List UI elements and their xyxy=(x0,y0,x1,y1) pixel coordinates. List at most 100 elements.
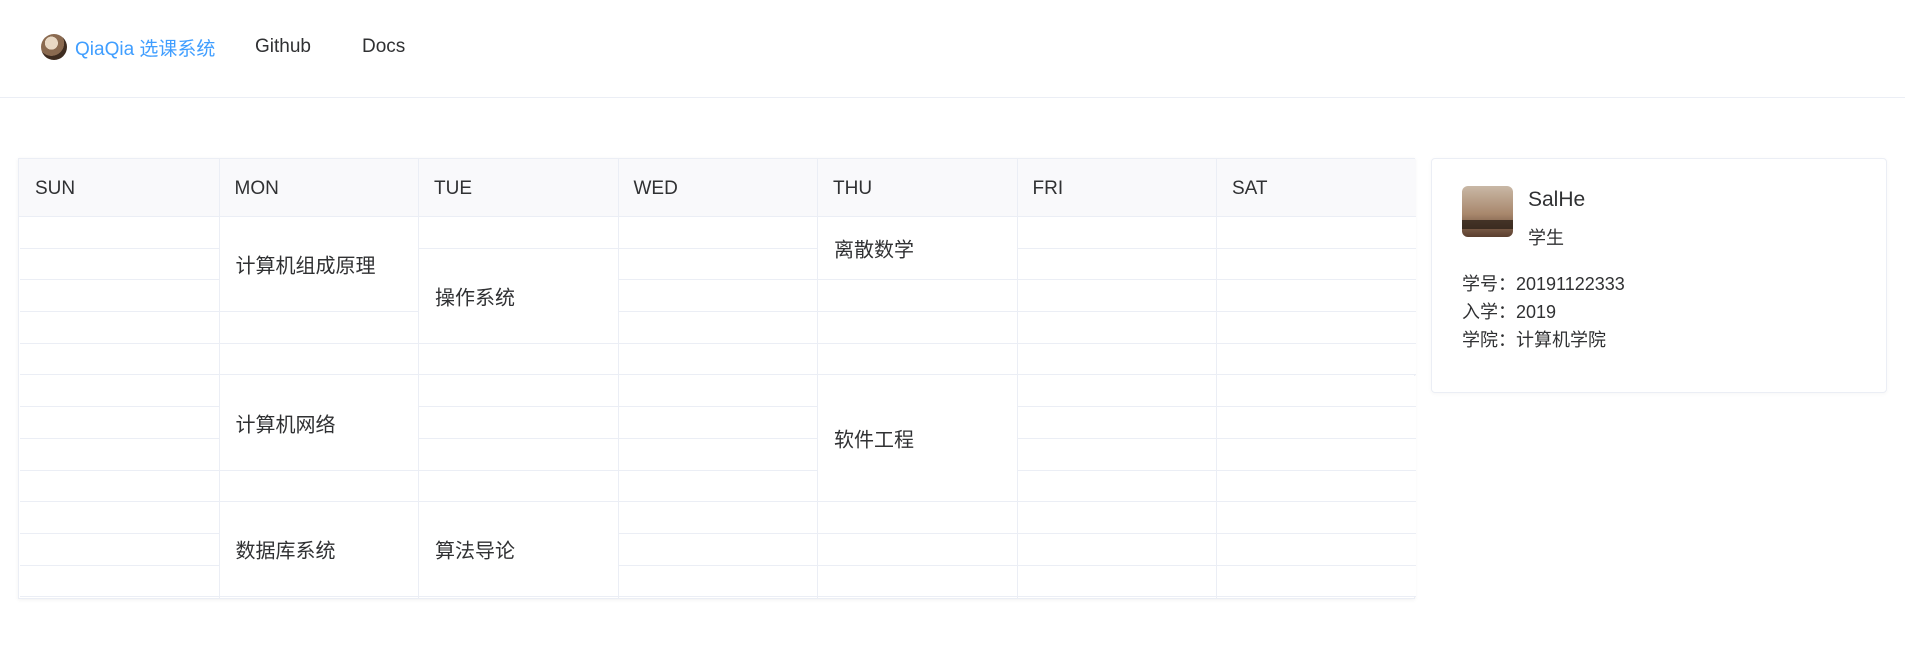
github-link[interactable]: Github xyxy=(255,32,311,62)
column-divider xyxy=(817,159,818,598)
course-block[interactable]: 软件工程 xyxy=(818,375,1017,503)
empty-slot xyxy=(1017,534,1216,566)
user-profile-card: SalHe 学生 学号：20191122333 入学：2019 学院：计算机学院 xyxy=(1431,158,1887,393)
course-name: 计算机网络 xyxy=(235,414,336,437)
empty-slot xyxy=(618,470,817,503)
user-name: SalHe xyxy=(1528,188,1586,211)
column-divider xyxy=(617,159,619,598)
empty-slot xyxy=(1217,565,1416,598)
empty-slot xyxy=(219,470,418,503)
empty-slot xyxy=(618,248,817,281)
empty-slot xyxy=(1017,438,1216,471)
empty-slot xyxy=(818,565,1017,598)
empty-slot xyxy=(1217,534,1416,566)
empty-slot xyxy=(419,407,618,439)
empty-slot xyxy=(20,312,219,344)
weekly-schedule-table: SUN MON TUE WED THU FRI SAT 计算机组成原理 计算机网络数据库系统 操作… xyxy=(18,158,1416,599)
empty-slot xyxy=(1017,312,1216,344)
course-block[interactable]: 操作系统 xyxy=(419,248,618,344)
empty-slot xyxy=(618,343,817,376)
day-header-thu: THU xyxy=(833,178,873,199)
empty-slot xyxy=(818,343,1017,376)
user-role: 学生 xyxy=(1528,228,1564,248)
empty-slot xyxy=(1017,217,1216,249)
schedule-header: SUN MON TUE WED THU FRI SAT xyxy=(19,159,1416,217)
course-block[interactable]: 数据库系统 xyxy=(219,502,418,598)
empty-slot xyxy=(1017,407,1216,439)
course-name: 软件工程 xyxy=(834,429,914,452)
empty-slot xyxy=(20,280,219,313)
user-avatar xyxy=(1462,186,1513,237)
course-block[interactable]: 离散数学 xyxy=(818,217,1017,281)
empty-slot xyxy=(818,502,1017,534)
empty-slot xyxy=(818,534,1017,566)
day-header-sat: SAT xyxy=(1232,178,1268,199)
empty-slot xyxy=(1017,565,1216,598)
empty-slot xyxy=(1217,502,1416,534)
empty-slot xyxy=(618,375,817,408)
day-header-fri: FRI xyxy=(1032,178,1064,199)
empty-slot xyxy=(419,470,618,503)
day-header-mon: MON xyxy=(234,178,279,199)
course-name: 离散数学 xyxy=(834,239,914,262)
empty-slot xyxy=(20,217,219,249)
empty-slot xyxy=(618,502,817,534)
empty-slot xyxy=(20,534,219,566)
day-header-sun: SUN xyxy=(35,178,76,199)
course-block[interactable]: 算法导论 xyxy=(419,502,618,598)
empty-slot xyxy=(818,280,1017,313)
column-divider xyxy=(1216,159,1217,598)
course-name: 数据库系统 xyxy=(235,540,336,563)
empty-slot xyxy=(20,343,219,376)
empty-slot xyxy=(20,407,219,439)
empty-slot xyxy=(618,312,817,344)
docs-link[interactable]: Docs xyxy=(362,32,405,62)
empty-slot xyxy=(1217,407,1416,439)
empty-slot xyxy=(20,470,219,503)
day-header-wed: WED xyxy=(633,178,678,199)
empty-slot xyxy=(419,375,618,408)
course-name: 计算机组成原理 xyxy=(235,255,376,278)
empty-slot xyxy=(1217,217,1416,249)
empty-slot xyxy=(1217,280,1416,313)
column-divider xyxy=(1016,159,1018,598)
empty-slot xyxy=(618,534,817,566)
brand-link[interactable]: QiaQia 选课系统 xyxy=(41,32,215,62)
empty-slot xyxy=(1017,375,1216,408)
empty-slot xyxy=(1017,502,1216,534)
brand-name: QiaQia 选课系统 xyxy=(75,38,216,60)
college: 学院：计算机学院 xyxy=(1462,330,1606,350)
top-navbar: QiaQia 选课系统 Github Docs xyxy=(0,0,1905,98)
empty-slot xyxy=(419,217,618,249)
course-name: 算法导论 xyxy=(435,540,515,563)
empty-slot xyxy=(818,312,1017,344)
brand-logo-icon xyxy=(41,34,67,60)
empty-slot xyxy=(20,438,219,471)
student-id: 学号：20191122333 xyxy=(1462,274,1625,294)
empty-slot xyxy=(1217,248,1416,281)
empty-slot xyxy=(1217,470,1416,503)
empty-slot xyxy=(1217,312,1416,344)
empty-slot xyxy=(618,438,817,471)
empty-slot xyxy=(1217,343,1416,376)
empty-slot xyxy=(618,565,817,598)
empty-slot xyxy=(219,312,418,344)
column-divider xyxy=(218,159,220,598)
empty-slot xyxy=(1017,280,1216,313)
course-block[interactable]: 计算机网络 xyxy=(219,375,418,471)
empty-slot xyxy=(20,502,219,534)
empty-slot xyxy=(618,217,817,249)
empty-slot xyxy=(1217,438,1416,471)
course-block[interactable]: 计算机组成原理 xyxy=(219,217,418,313)
empty-slot xyxy=(419,343,618,376)
empty-slot xyxy=(1217,375,1416,408)
empty-slot xyxy=(20,375,219,408)
empty-slot xyxy=(219,343,418,376)
empty-slot xyxy=(1017,343,1216,376)
empty-slot xyxy=(419,438,618,471)
empty-slot xyxy=(618,407,817,439)
empty-slot xyxy=(20,248,219,281)
empty-slot xyxy=(1017,470,1216,503)
empty-slot xyxy=(20,565,219,598)
day-header-tue: TUE xyxy=(434,178,472,199)
